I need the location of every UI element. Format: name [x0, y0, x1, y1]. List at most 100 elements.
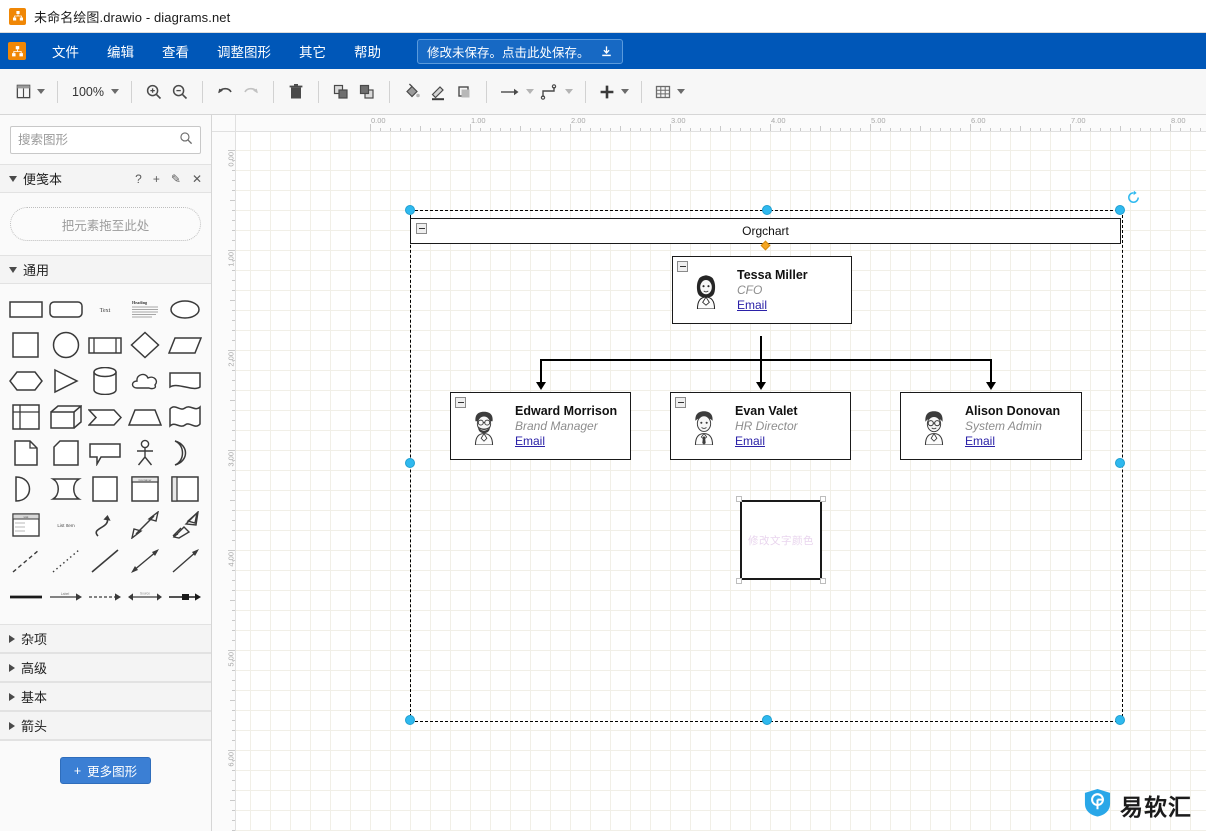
- circle-shape[interactable]: [46, 328, 86, 362]
- horizontal-container-shape[interactable]: [165, 472, 205, 506]
- and-shape[interactable]: [6, 472, 46, 506]
- sidebar-section-general[interactable]: 通用: [0, 255, 211, 284]
- menu-extras[interactable]: 其它: [285, 37, 340, 65]
- redo-button[interactable]: [238, 77, 264, 107]
- scratchpad-help-icon[interactable]: ?: [135, 172, 142, 186]
- tape-shape[interactable]: [165, 400, 205, 434]
- rotate-icon[interactable]: [1126, 190, 1141, 210]
- scratchpad-add-icon[interactable]: +: [153, 172, 160, 186]
- selection-handle-middle-right[interactable]: [1115, 458, 1125, 468]
- sidebar-section-misc[interactable]: 杂项: [0, 624, 211, 653]
- sidebar-section-basic[interactable]: 基本: [0, 682, 211, 711]
- vertical-ruler[interactable]: 0.001.002.003.004.005.006.007.00: [212, 132, 236, 831]
- rounded-rectangle-shape[interactable]: [46, 292, 86, 326]
- hexagon-shape[interactable]: [6, 364, 46, 398]
- orgchart-collapse-icon[interactable]: [416, 223, 427, 234]
- dotted-line-shape[interactable]: [46, 544, 86, 578]
- triangle-shape[interactable]: [46, 364, 86, 398]
- org-node-evan-valet[interactable]: Evan Valet HR Director Email: [670, 392, 851, 460]
- diamond-shape[interactable]: [125, 328, 165, 362]
- textbox-shape[interactable]: Heading: [125, 292, 165, 326]
- process-shape[interactable]: [86, 328, 126, 362]
- zoom-in-button[interactable]: [141, 77, 167, 107]
- selection-handle-top-left[interactable]: [405, 205, 415, 215]
- org-node-tessa-miller[interactable]: Tessa Miller CFO Email: [672, 256, 852, 324]
- trapezoid-shape[interactable]: [125, 400, 165, 434]
- curve-shape[interactable]: [86, 508, 126, 542]
- note-shape[interactable]: [6, 436, 46, 470]
- table-button[interactable]: [651, 77, 688, 107]
- dashed-line-shape[interactable]: [6, 544, 46, 578]
- selection-handle-bottom-center[interactable]: [762, 715, 772, 725]
- line-color-button[interactable]: [425, 77, 451, 107]
- shadow-button[interactable]: [451, 77, 477, 107]
- dashed-arrow-shape[interactable]: [86, 580, 126, 614]
- selection-handle-bottom-left[interactable]: [405, 715, 415, 725]
- line-shape[interactable]: [86, 544, 126, 578]
- search-box[interactable]: [10, 126, 201, 154]
- section-scratchpad-header[interactable]: 便笺本 ? + ✎ ✕: [0, 164, 211, 193]
- callout-shape[interactable]: [86, 436, 126, 470]
- search-input[interactable]: [18, 133, 179, 147]
- selection-handle-middle-left[interactable]: [405, 458, 415, 468]
- cylinder-shape[interactable]: [86, 364, 126, 398]
- insert-button[interactable]: [595, 77, 632, 107]
- selection-handle-top-center[interactable]: [762, 205, 772, 215]
- bidirectional-link-shape[interactable]: Source: [125, 580, 165, 614]
- email-link[interactable]: Email: [735, 434, 798, 449]
- email-link[interactable]: Email: [737, 298, 808, 313]
- node-collapse-icon-tessa[interactable]: [677, 261, 688, 272]
- bidirectional-connector-shape[interactable]: [125, 544, 165, 578]
- node-collapse-icon-edward[interactable]: [455, 397, 466, 408]
- menu-file[interactable]: 文件: [38, 37, 93, 65]
- scratchpad-edit-icon[interactable]: ✎: [171, 172, 181, 186]
- data-storage-shape[interactable]: [46, 472, 86, 506]
- menu-edit[interactable]: 编辑: [93, 37, 148, 65]
- menu-arrange[interactable]: 调整图形: [203, 37, 285, 65]
- bring-to-front-button[interactable]: [328, 77, 354, 107]
- search-icon[interactable]: [179, 131, 193, 150]
- ellipse-shape[interactable]: [165, 292, 205, 326]
- list-shape[interactable]: List: [6, 508, 46, 542]
- step-shape[interactable]: [86, 400, 126, 434]
- arrow-shape[interactable]: [165, 508, 205, 542]
- zoom-level-button[interactable]: 100%: [67, 77, 122, 107]
- waypoints-button[interactable]: [537, 77, 576, 107]
- arrow-connector-shape[interactable]: Label: [46, 580, 86, 614]
- square-shape[interactable]: [6, 328, 46, 362]
- unsaved-changes-save-button[interactable]: 修改未保存。点击此处保存。: [417, 38, 623, 64]
- undo-button[interactable]: [212, 77, 238, 107]
- horizontal-ruler[interactable]: 0.00 1.00 2.00 3.00 4.00 5.00 6.00 7.00 8.00: [236, 115, 1206, 132]
- container-shape[interactable]: [86, 472, 126, 506]
- org-node-edward-morrison[interactable]: Edward Morrison Brand Manager Email: [450, 392, 631, 460]
- actor-shape[interactable]: [125, 436, 165, 470]
- card-shape[interactable]: [46, 436, 86, 470]
- vertical-container-shape[interactable]: Container: [125, 472, 165, 506]
- send-to-back-button[interactable]: [354, 77, 380, 107]
- text-color-sample-box[interactable]: 修改文字颜色: [740, 500, 822, 580]
- scratchpad-close-icon[interactable]: ✕: [192, 172, 202, 186]
- diagram-canvas[interactable]: Orgchart Tessa Miller CFO Email Edward M…: [236, 132, 1206, 831]
- internal-storage-shape[interactable]: [6, 400, 46, 434]
- cube-shape[interactable]: [46, 400, 86, 434]
- link-shape[interactable]: [6, 580, 46, 614]
- zoom-out-button[interactable]: [167, 77, 193, 107]
- more-shapes-button[interactable]: + 更多图形: [59, 757, 152, 784]
- menu-view[interactable]: 查看: [148, 37, 203, 65]
- document-shape[interactable]: [165, 364, 205, 398]
- scratchpad-dropzone[interactable]: 把元素拖至此处: [10, 207, 201, 241]
- sidebar-section-arrows[interactable]: 箭头: [0, 711, 211, 740]
- parallelogram-shape[interactable]: [165, 328, 205, 362]
- org-node-alison-donovan[interactable]: Alison Donovan System Admin Email: [900, 392, 1082, 460]
- bidirectional-arrow-shape[interactable]: [125, 508, 165, 542]
- fill-color-button[interactable]: [399, 77, 425, 107]
- node-collapse-icon-evan[interactable]: [675, 397, 686, 408]
- label-connector-shape[interactable]: [165, 580, 205, 614]
- cloud-shape[interactable]: [125, 364, 165, 398]
- or-shape[interactable]: [165, 436, 205, 470]
- list-item-shape[interactable]: List Item: [46, 508, 86, 542]
- rectangle-shape[interactable]: [6, 292, 46, 326]
- view-layout-button[interactable]: [12, 77, 48, 107]
- sidebar-section-advanced[interactable]: 高级: [0, 653, 211, 682]
- selection-handle-top-right[interactable]: [1115, 205, 1125, 215]
